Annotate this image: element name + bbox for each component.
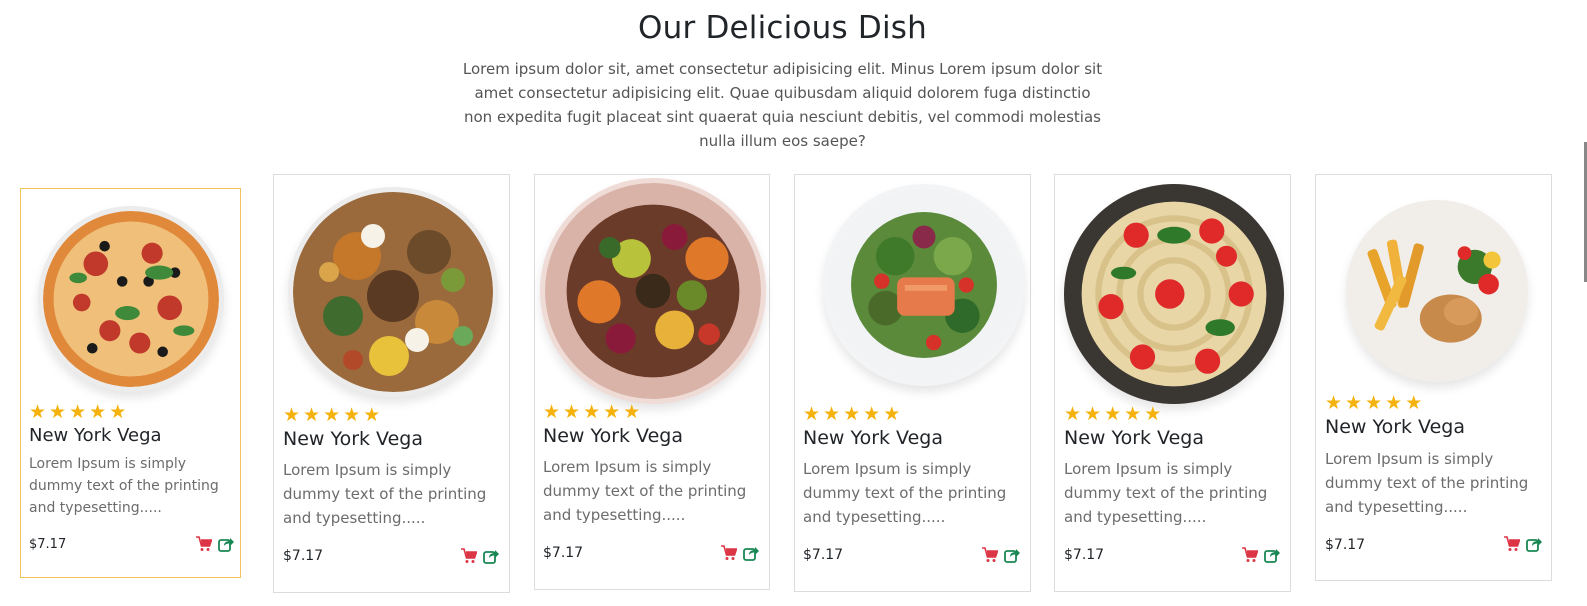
dish-name: New York Vega	[1325, 416, 1465, 438]
star-icon: ★	[283, 404, 301, 426]
star-icon: ★	[623, 401, 641, 423]
star-icon: ★	[1365, 392, 1383, 414]
dish-description: Lorem Ipsum is simply dummy text of the …	[283, 461, 487, 527]
dish-name: New York Vega	[803, 427, 943, 449]
cart-icon[interactable]	[982, 547, 998, 563]
cart-icon[interactable]	[721, 545, 737, 561]
dish-image	[38, 206, 224, 392]
dish-name: New York Vega	[29, 425, 162, 446]
star-icon: ★	[583, 401, 601, 423]
dish-image	[1346, 200, 1528, 382]
dish-description: Lorem Ipsum is simply dummy text of the …	[1064, 460, 1268, 526]
dish-name: New York Vega	[543, 425, 683, 447]
star-icon: ★	[1064, 403, 1082, 425]
dish-image	[288, 187, 498, 397]
cart-icon[interactable]	[1504, 536, 1520, 552]
star-icon: ★	[823, 403, 841, 425]
star-icon: ★	[1104, 403, 1122, 425]
dish-description: Lorem Ipsum is simply dummy text of the …	[543, 458, 747, 524]
section-description: Lorem ipsum dolor sit, amet consectetur …	[462, 60, 1103, 150]
dish-card[interactable]: ★ ★ ★ ★ ★ New York Vega Lorem Ipsum is simpl…	[1315, 174, 1552, 581]
rating-stars: ★ ★ ★ ★ ★	[29, 403, 126, 422]
dish-image	[540, 178, 766, 404]
dish-description: Lorem Ipsum is simply dummy text of the …	[1325, 450, 1529, 516]
rating-stars: ★ ★ ★ ★ ★	[803, 405, 900, 424]
star-icon: ★	[109, 401, 127, 423]
star-icon: ★	[89, 401, 107, 423]
share-icon[interactable]	[483, 548, 499, 564]
dish-card[interactable]: ★ ★ ★ ★ ★ New York Vega Lorem Ipsum is simpl…	[794, 174, 1031, 592]
cart-icon[interactable]	[461, 548, 477, 564]
scrollbar-track[interactable]	[1565, 0, 1587, 606]
star-icon: ★	[303, 404, 321, 426]
star-icon: ★	[803, 403, 821, 425]
dish-card[interactable]: ★ ★ ★ ★ ★ New York Vega Lorem Ipsum is simpl…	[273, 174, 510, 593]
rating-stars: ★ ★ ★ ★ ★	[1064, 405, 1161, 424]
rating-stars: ★ ★ ★ ★ ★	[283, 406, 380, 425]
star-icon: ★	[1405, 392, 1423, 414]
star-icon: ★	[603, 401, 621, 423]
cart-icon[interactable]	[1242, 547, 1258, 563]
share-icon[interactable]	[1526, 536, 1542, 552]
star-icon: ★	[1325, 392, 1343, 414]
dish-price: $7.17	[543, 545, 584, 561]
dish-description: Lorem Ipsum is simply dummy text of the …	[803, 460, 1007, 526]
rating-stars: ★ ★ ★ ★ ★	[543, 403, 640, 422]
star-icon: ★	[1124, 403, 1142, 425]
share-icon[interactable]	[743, 545, 759, 561]
star-icon: ★	[49, 401, 67, 423]
dish-card[interactable]: ★ ★ ★ ★ ★ New York Vega Lorem Ipsum is simpl…	[534, 174, 770, 590]
star-icon: ★	[323, 404, 341, 426]
star-icon: ★	[1345, 392, 1363, 414]
cart-icon[interactable]	[196, 536, 212, 552]
dish-name: New York Vega	[1064, 427, 1204, 449]
star-icon: ★	[863, 403, 881, 425]
dish-price: $7.17	[1325, 537, 1366, 553]
star-icon: ★	[1144, 403, 1162, 425]
star-icon: ★	[543, 401, 561, 423]
star-icon: ★	[843, 403, 861, 425]
dish-price: $7.17	[29, 537, 67, 552]
dish-name: New York Vega	[283, 428, 423, 450]
share-icon[interactable]	[1004, 547, 1020, 563]
star-icon: ★	[69, 401, 87, 423]
dish-card[interactable]: ★ ★ ★ ★ ★ New York Vega Lorem Ipsum is simpl…	[1054, 174, 1291, 592]
share-icon[interactable]	[1264, 547, 1280, 563]
section-title: Our Delicious Dish	[638, 10, 927, 46]
dish-price: $7.17	[283, 548, 324, 564]
dish-description: Lorem Ipsum is simply dummy text of the …	[29, 456, 219, 516]
rating-stars: ★ ★ ★ ★ ★	[1325, 394, 1422, 413]
star-icon: ★	[883, 403, 901, 425]
dish-image	[1064, 184, 1284, 404]
share-icon[interactable]	[218, 536, 234, 552]
star-icon: ★	[363, 404, 381, 426]
dish-price: $7.17	[803, 547, 844, 563]
star-icon: ★	[563, 401, 581, 423]
star-icon: ★	[1385, 392, 1403, 414]
dish-card[interactable]: ★ ★ ★ ★ ★ New York Vega Lorem Ipsum is simpl…	[20, 188, 241, 578]
dish-price: $7.17	[1064, 547, 1105, 563]
star-icon: ★	[343, 404, 361, 426]
dish-image	[823, 184, 1025, 386]
star-icon: ★	[1084, 403, 1102, 425]
star-icon: ★	[29, 401, 47, 423]
